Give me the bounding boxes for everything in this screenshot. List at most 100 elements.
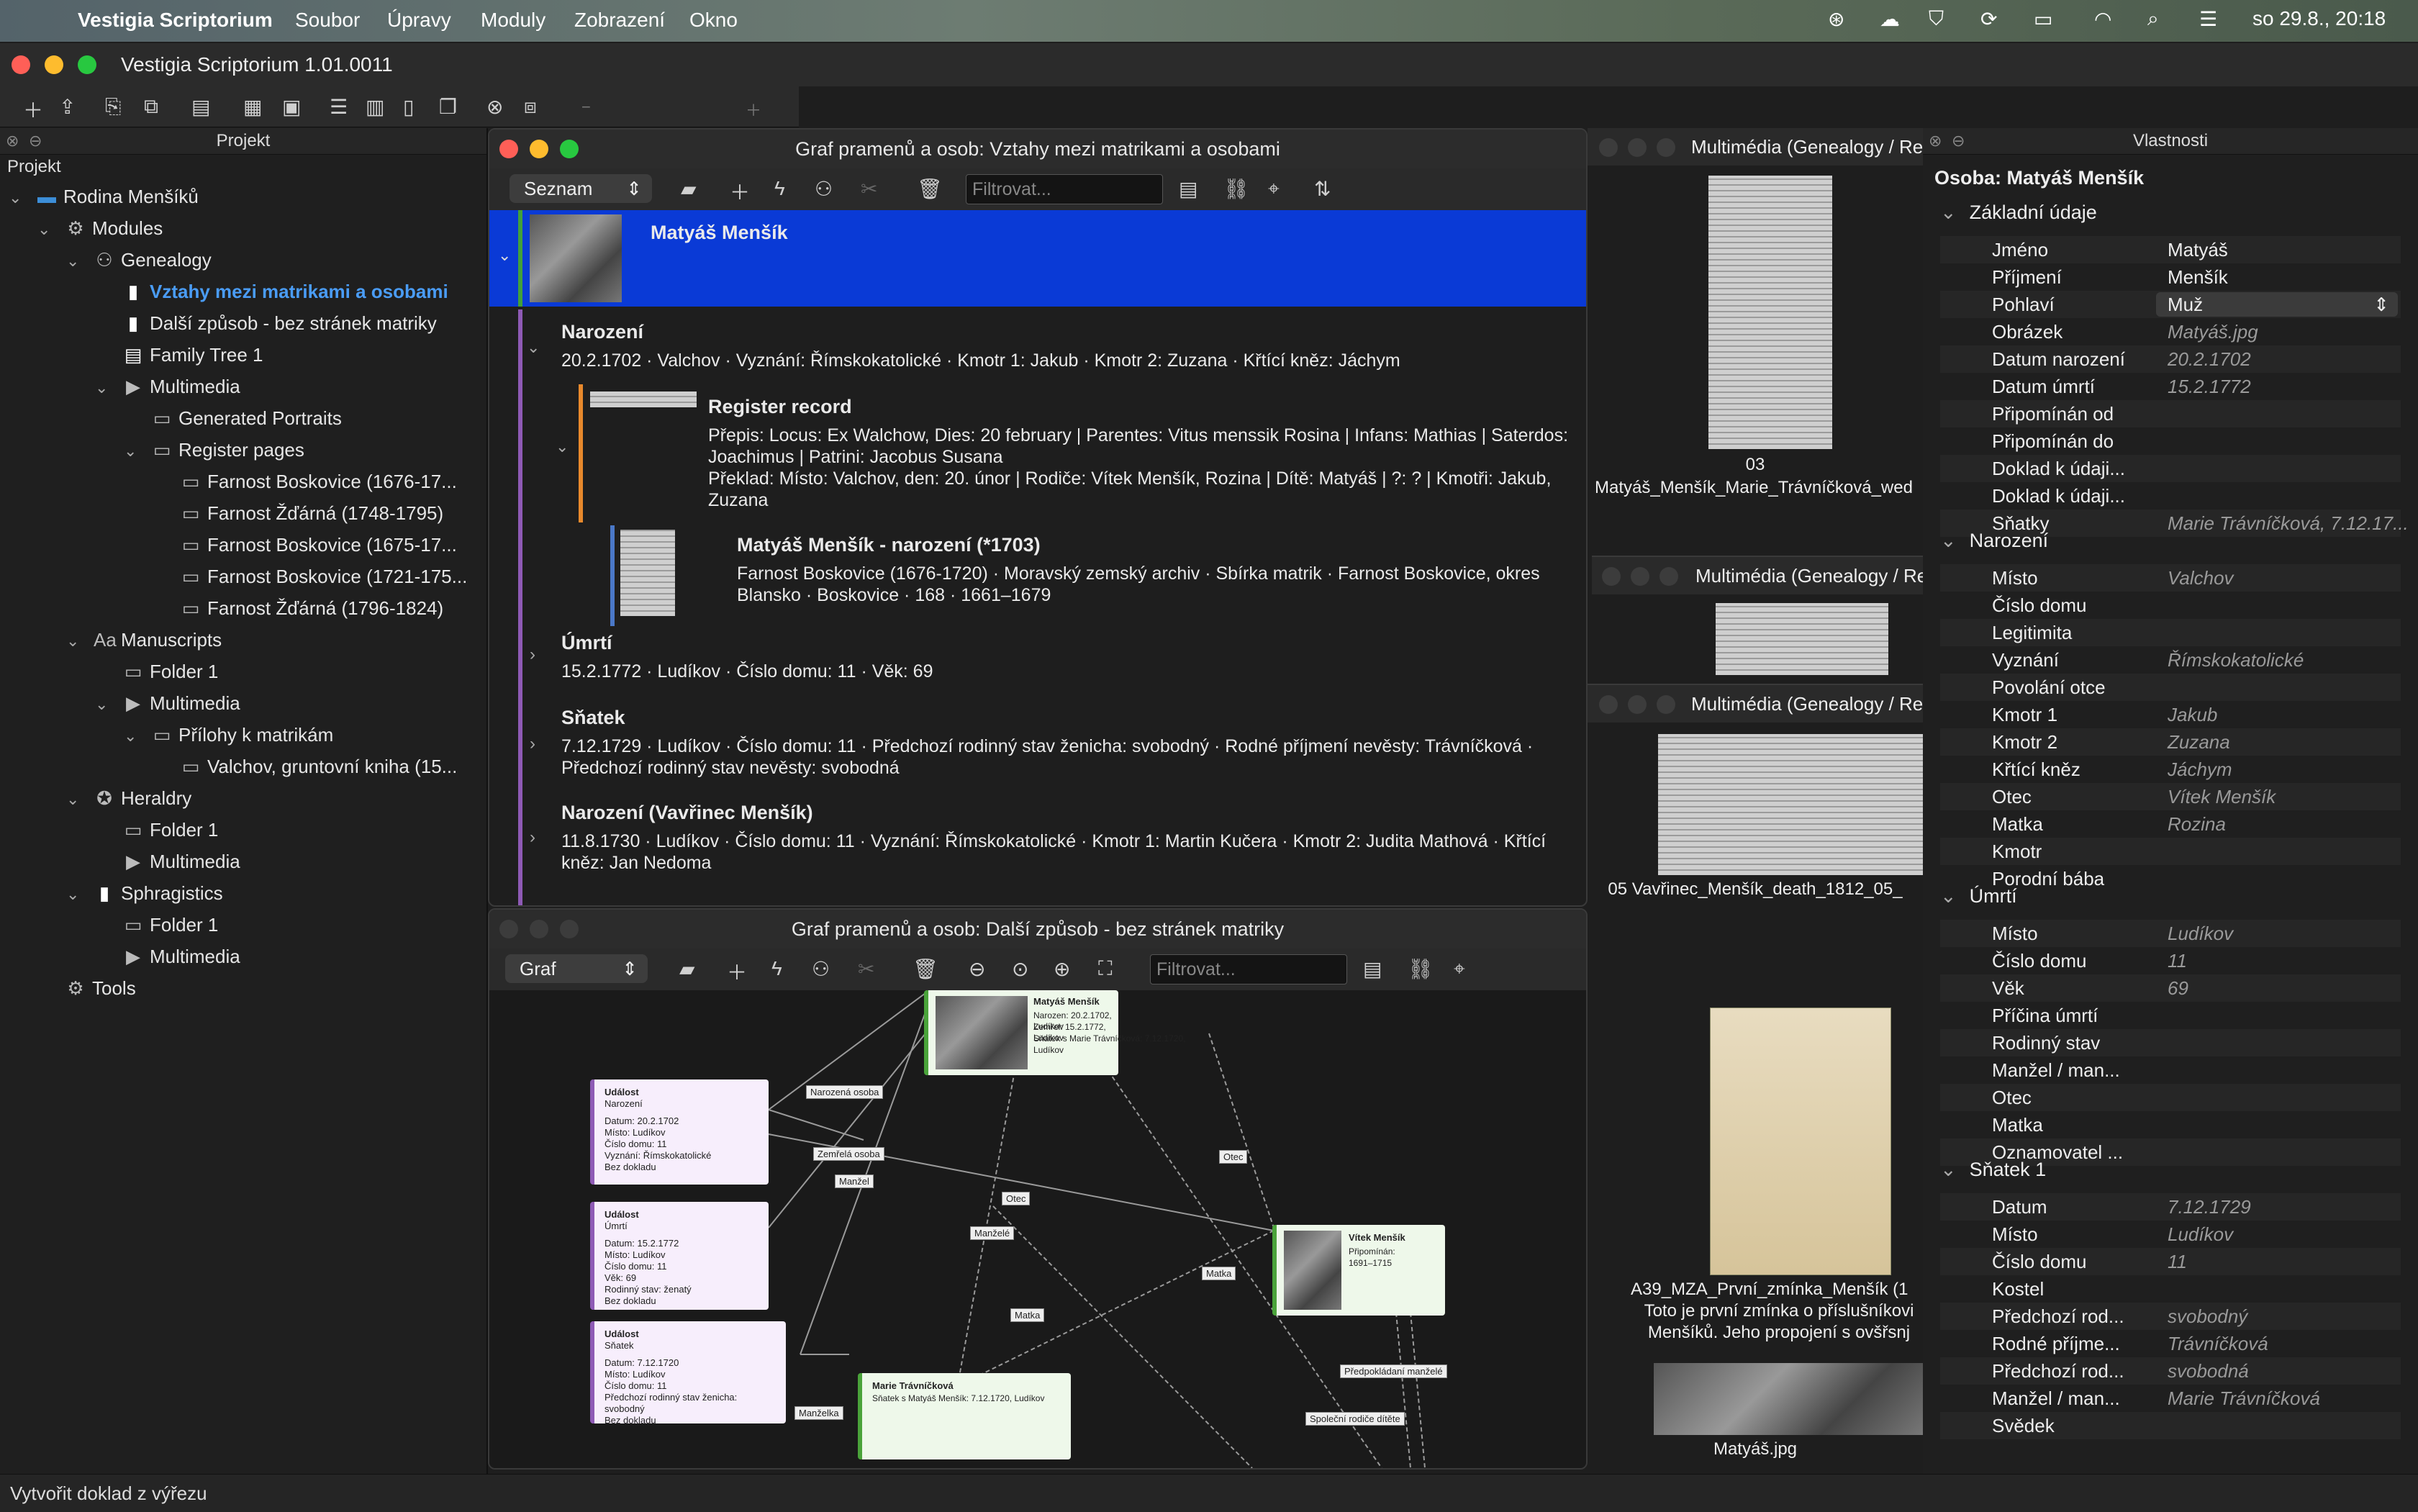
zoom-in-icon[interactable]: ⊕ — [1054, 957, 1070, 981]
export-icon[interactable]: ⇪ — [59, 95, 76, 119]
property-row[interactable]: Předchozí rod... svobodný — [1940, 1303, 2401, 1330]
property-row[interactable]: Rodinný stav — [1940, 1029, 2401, 1056]
chevron-down-icon[interactable]: ⌄ — [556, 438, 569, 456]
close-window-button[interactable] — [499, 920, 518, 938]
tree-item-prilohy[interactable]: ▭ Přílohy k matrikám — [151, 724, 334, 746]
close-window-button[interactable] — [1602, 567, 1621, 586]
property-section-header[interactable]: ⌄ Sňatek 1 — [1940, 1159, 2046, 1181]
property-row[interactable]: Kmotr — [1940, 838, 2401, 865]
rows-layout-icon[interactable]: ▥ — [366, 95, 384, 119]
chevron-down-icon[interactable]: ⌄ — [66, 252, 79, 271]
property-row[interactable]: Matka Rozina — [1940, 810, 2401, 838]
property-row[interactable]: Místo Ludíkov — [1940, 920, 2401, 947]
lightning-icon[interactable]: ϟ — [774, 177, 785, 200]
close-all-icon[interactable]: ⊗ — [486, 95, 503, 119]
scissors-icon[interactable]: ✂ — [861, 177, 877, 201]
grid-view-icon[interactable]: ▦ — [243, 95, 262, 119]
chevron-down-icon[interactable]: ⌄ — [124, 727, 137, 746]
tree-item-folder[interactable]: ▭ Folder 1 — [122, 661, 219, 683]
property-value[interactable]: Menšík — [2168, 263, 2228, 291]
property-value[interactable]: Matyáš.jpg — [2168, 318, 2258, 345]
tree-item-root[interactable]: ▬ Rodina Menšíků — [36, 186, 199, 208]
minimize-window-button[interactable] — [1631, 567, 1649, 586]
tree-item-register[interactable]: ▭ Farnost Boskovice (1676-17... — [180, 471, 457, 493]
tree-item-register-pages[interactable]: ▭ Register pages — [151, 439, 304, 461]
property-value[interactable]: 11 — [2168, 947, 2187, 974]
chevron-down-icon[interactable]: ⌄ — [1940, 530, 1957, 551]
property-row[interactable]: Příjmení Menšík — [1940, 263, 2401, 291]
add-icon[interactable]: ＋ — [730, 177, 750, 206]
property-row[interactable]: Vyznání Římskokatolické — [1940, 646, 2401, 674]
menu-zobrazeni[interactable]: Zobrazení — [574, 9, 665, 32]
chevron-down-icon[interactable]: ⌄ — [95, 379, 108, 397]
property-row[interactable]: Křtící kněz Jáchym — [1940, 756, 2401, 783]
graph-person-node[interactable]: Marie Trávníčková Sňatek s Matyáš Menšík… — [858, 1373, 1071, 1459]
trash-icon[interactable]: 🗑 — [913, 957, 938, 981]
shield-icon[interactable]: ⛉ — [1929, 7, 1944, 31]
zoom-in-icon[interactable]: ＋ — [746, 98, 761, 121]
persons-icon[interactable]: ⚇ — [812, 957, 830, 981]
property-row[interactable]: Manžel / man... Marie Trávníčková — [1940, 1385, 2401, 1412]
property-row[interactable]: Otec — [1940, 1084, 2401, 1111]
zoom-window-button[interactable] — [560, 140, 579, 158]
zoom-out-icon[interactable]: − — [581, 98, 591, 117]
manuscript-thumbnail[interactable] — [1710, 1008, 1891, 1275]
graph-event-node[interactable]: Událost Narození Datum: 20.2.1702 Místo:… — [590, 1079, 769, 1185]
graph-canvas[interactable]: Událost Narození Datum: 20.2.1702 Místo:… — [489, 990, 1586, 1468]
property-row[interactable]: Číslo domu 11 — [1940, 1248, 2401, 1275]
graph-options-icon[interactable]: ⛓ — [1408, 957, 1434, 981]
control-center-icon[interactable]: ☰ — [2199, 7, 2217, 31]
property-row[interactable]: Datum úmrtí 15.2.1772 — [1940, 373, 2401, 400]
property-row[interactable]: Číslo domu 11 — [1940, 947, 2401, 974]
minimize-window-button[interactable] — [1628, 138, 1647, 157]
close-window-button[interactable] — [499, 140, 518, 158]
tree-item-folder[interactable]: ▭ Folder 1 — [122, 819, 219, 841]
property-row[interactable]: Pohlaví Muž ⇕ — [1940, 291, 2401, 318]
chevron-down-icon[interactable]: ⌄ — [66, 632, 79, 651]
tree-item-valchov[interactable]: ▭ Valchov, gruntovní kniha (15... — [180, 756, 458, 778]
tree-item-multimedia[interactable]: ▶ Multimedia — [122, 851, 240, 873]
property-value[interactable]: svobodná — [2168, 1357, 2249, 1385]
property-row[interactable]: Předchozí rod... svobodná — [1940, 1357, 2401, 1385]
zoom-out-icon[interactable]: ⊖ — [969, 957, 985, 981]
portrait-thumbnail[interactable] — [1654, 1363, 1923, 1435]
chevron-down-icon[interactable]: ⌄ — [498, 246, 511, 265]
property-value[interactable]: Zuzana — [2168, 728, 2230, 756]
add-icon[interactable]: ＋ — [727, 957, 747, 986]
list-layout-icon[interactable]: ☰ — [330, 95, 348, 119]
property-value[interactable]: Vítek Menšík — [2168, 783, 2276, 810]
persons-icon[interactable]: ⚇ — [815, 177, 833, 201]
register-page-thumbnail[interactable] — [1716, 603, 1888, 675]
tree-item-genealogy[interactable]: ⚇ Genealogy — [94, 249, 211, 271]
property-row[interactable]: Doklad k údaji... — [1940, 455, 2401, 482]
property-row[interactable]: Jméno Matyáš — [1940, 236, 2401, 263]
zoom-window-button[interactable] — [560, 920, 579, 938]
property-row[interactable]: Místo Ludíkov — [1940, 1221, 2401, 1248]
property-row[interactable]: Věk 69 — [1940, 974, 2401, 1002]
document-icon[interactable]: ▤ — [191, 95, 210, 119]
scissors-icon[interactable]: ✂ — [858, 957, 874, 981]
graph-person-node[interactable]: Vítek Menšík Připomínán: 1691–1715 — [1272, 1225, 1445, 1316]
person-row-selected[interactable]: ⌄ Matyáš Menšík — [489, 210, 1586, 307]
chevron-down-icon[interactable]: ⌄ — [1940, 1159, 1957, 1180]
tree-item-tools[interactable]: ⚙ Tools — [65, 977, 135, 1000]
view-mode-select[interactable]: Seznam ⇕ — [510, 174, 652, 203]
windows-icon[interactable]: ❐ — [439, 95, 457, 119]
graph-person-node[interactable]: Matyáš Menšík Narozen: 20.2.1702, Ludíko… — [924, 990, 1185, 1075]
menu-okno[interactable]: Okno — [689, 9, 738, 32]
property-row[interactable]: Datum narození 20.2.1702 — [1940, 345, 2401, 373]
property-value[interactable]: Jáchym — [2168, 756, 2232, 783]
search-icon[interactable]: ⌕ — [2147, 7, 2159, 31]
minimize-window-button[interactable] — [45, 55, 63, 74]
property-value[interactable]: 15.2.1772 — [2168, 373, 2251, 400]
filter-input[interactable]: Filtrovat... — [966, 174, 1163, 204]
view-mode-select[interactable]: Graf ⇕ — [505, 954, 648, 983]
chatgpt-icon[interactable]: ⊛ — [1828, 7, 1844, 31]
filter-input[interactable]: Filtrovat... — [1150, 954, 1347, 984]
tree-item-modules[interactable]: ⚙ Modules — [65, 217, 163, 240]
property-row[interactable]: Rodné příjme... Trávníčková — [1940, 1330, 2401, 1357]
menu-upravy[interactable]: Úpravy — [387, 9, 451, 32]
tree-item-register[interactable]: ▭ Farnost Žďárná (1748-1795) — [180, 502, 443, 525]
property-row[interactable]: Legitimita — [1940, 619, 2401, 646]
property-row[interactable]: Kmotr 1 Jakub — [1940, 701, 2401, 728]
